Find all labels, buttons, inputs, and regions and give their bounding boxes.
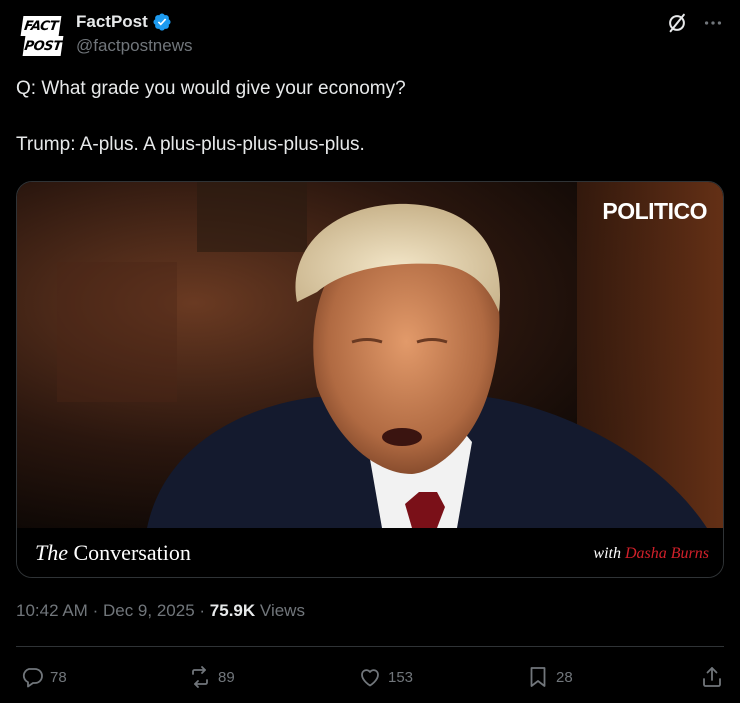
video-caption-bar: The Conversation with Dasha Burns xyxy=(17,528,723,577)
tweet-meta: 10:42 AM · Dec 9, 2025 · 75.9K Views xyxy=(16,601,305,621)
more-icon[interactable] xyxy=(702,12,724,34)
bookmark-button[interactable]: 28 xyxy=(526,660,573,694)
avatar[interactable]: FACT POST xyxy=(20,14,66,58)
share-button[interactable] xyxy=(700,660,724,694)
tweet-date[interactable]: Dec 9, 2025 xyxy=(103,601,195,620)
repost-button[interactable]: 89 xyxy=(188,660,235,694)
handle[interactable]: @factpostnews xyxy=(76,36,192,56)
avatar-logo-top: FACT xyxy=(20,16,62,36)
like-count: 153 xyxy=(388,668,414,686)
share-icon xyxy=(703,667,721,687)
views-count: 75.9K xyxy=(209,601,256,620)
politico-logo: POLITICO xyxy=(602,198,707,224)
verified-badge-icon[interactable] xyxy=(152,12,172,32)
tweet-text: Q: What grade you would give your econom… xyxy=(16,75,724,187)
grok-icon[interactable] xyxy=(666,12,688,34)
display-name[interactable]: FactPost xyxy=(76,12,148,32)
repost-icon xyxy=(192,666,208,688)
tweet-header: FACT POST FactPost @factpostnews xyxy=(16,10,724,60)
show-title: The Conversation xyxy=(35,540,191,565)
bookmark-icon xyxy=(530,667,546,687)
host-credit: with Dasha Burns xyxy=(593,545,709,562)
bookmark-count: 28 xyxy=(556,668,573,686)
video-frame[interactable] xyxy=(17,182,724,528)
header-actions xyxy=(666,12,724,34)
like-icon xyxy=(361,669,379,687)
repost-count: 89 xyxy=(218,668,235,686)
tweet-text-answer: Trump: A-plus. A plus-plus-plus-plus-plu… xyxy=(16,134,365,155)
author-name-row: FactPost xyxy=(76,12,172,32)
video-player[interactable]: POLITICO The Conversation with Dasha Bur… xyxy=(16,181,724,578)
action-bar: 78 89 153 28 xyxy=(16,660,724,694)
reply-button[interactable]: 78 xyxy=(20,660,67,694)
tweet-time[interactable]: 10:42 AM xyxy=(16,601,88,620)
reply-count: 78 xyxy=(50,668,67,686)
views-label: Views xyxy=(259,601,305,620)
meta-separator: · xyxy=(199,601,206,620)
avatar-logo-bottom: POST xyxy=(22,36,64,56)
divider xyxy=(16,646,724,647)
tweet-text-question: Q: What grade you would give your econom… xyxy=(16,78,406,99)
like-button[interactable]: 153 xyxy=(358,660,413,694)
reply-icon xyxy=(22,668,43,688)
meta-separator: · xyxy=(92,601,99,620)
